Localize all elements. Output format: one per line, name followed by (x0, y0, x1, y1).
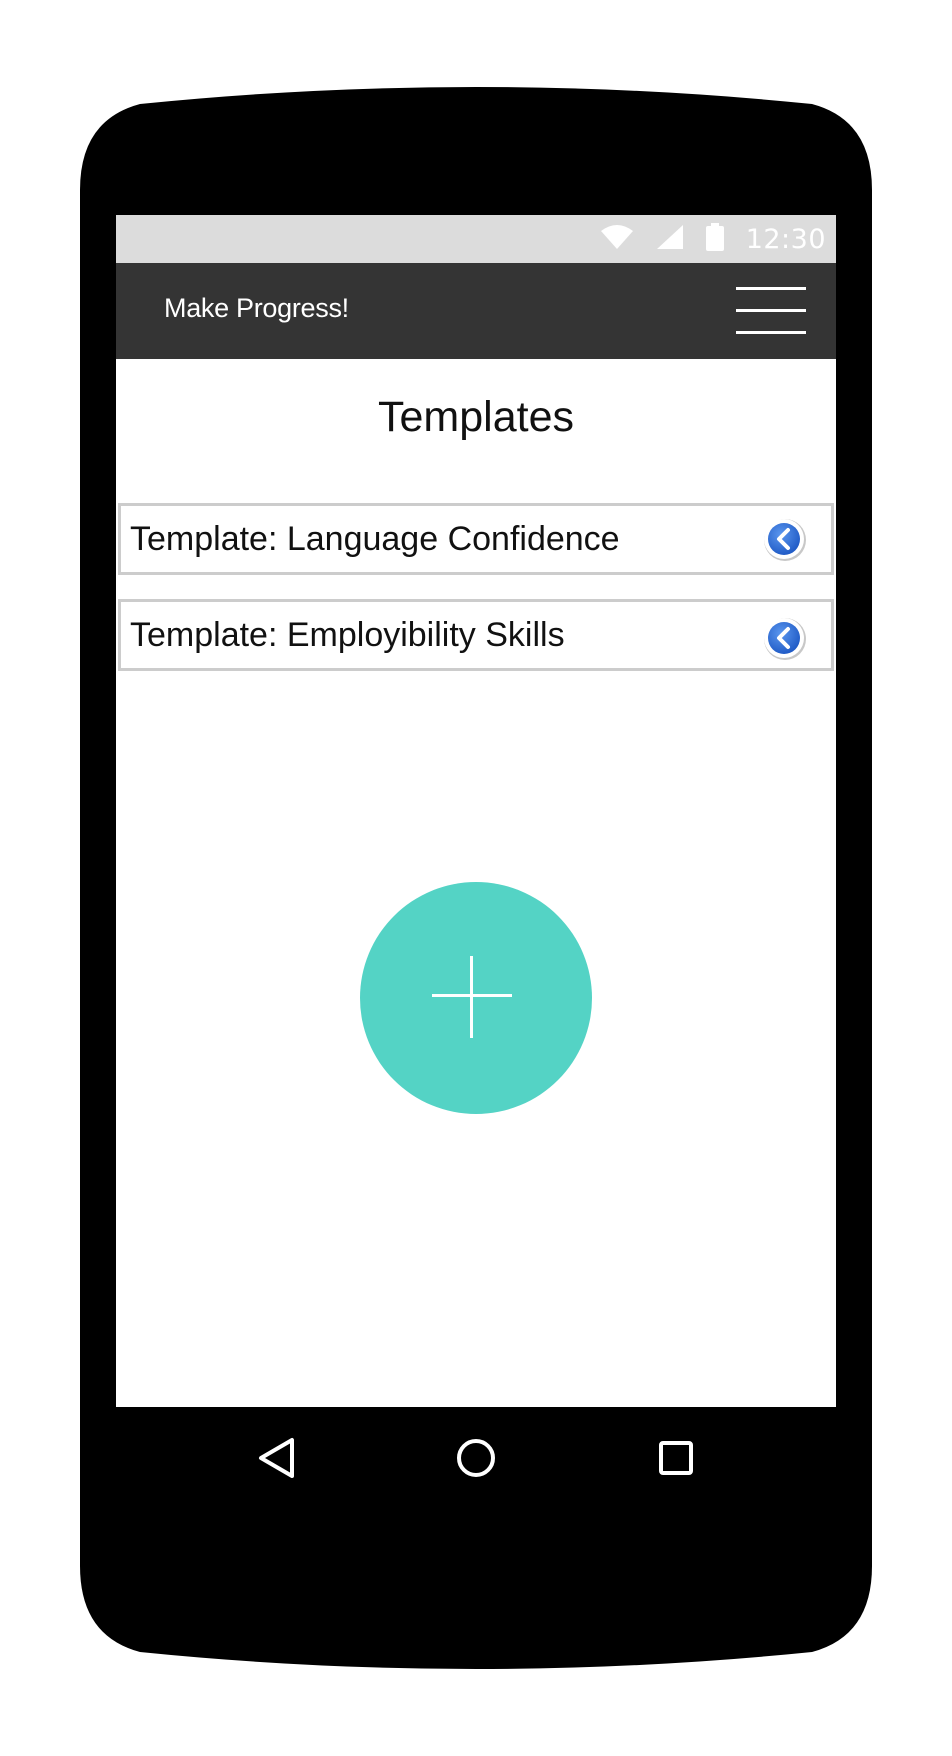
template-item-employibility-skills[interactable]: Template: Employibility Skills (118, 599, 834, 671)
app-bar: Make Progress! (116, 263, 836, 359)
hamburger-menu-icon[interactable] (736, 287, 806, 335)
status-time: 12:30 (745, 223, 826, 255)
chevron-left-icon[interactable] (761, 615, 807, 661)
status-icons: 12:30 (600, 215, 826, 263)
menu-line (736, 309, 806, 312)
template-label: Template: Employibility Skills (130, 616, 565, 654)
home-circle-icon[interactable] (448, 1430, 504, 1486)
back-triangle-icon[interactable] (248, 1430, 304, 1486)
template-label: Template: Language Confidence (130, 520, 620, 558)
menu-line (736, 287, 806, 290)
chevron-left-icon[interactable] (761, 516, 807, 562)
battery-icon (705, 222, 724, 256)
template-item-language-confidence[interactable]: Template: Language Confidence (118, 503, 834, 575)
recents-square-icon[interactable] (648, 1430, 704, 1486)
page-title: Templates (378, 393, 574, 441)
menu-line (736, 331, 806, 334)
wifi-icon (600, 224, 634, 255)
add-template-button[interactable] (360, 882, 592, 1114)
plus-icon-vertical (470, 956, 473, 1038)
status-bar: 12:30 (116, 215, 836, 263)
phone-screen: 12:30 Make Progress! Templates Template:… (116, 215, 836, 1407)
page: 12:30 Make Progress! Templates Template:… (0, 0, 952, 1756)
signal-icon (656, 224, 684, 255)
app-title: Make Progress! (164, 293, 349, 323)
